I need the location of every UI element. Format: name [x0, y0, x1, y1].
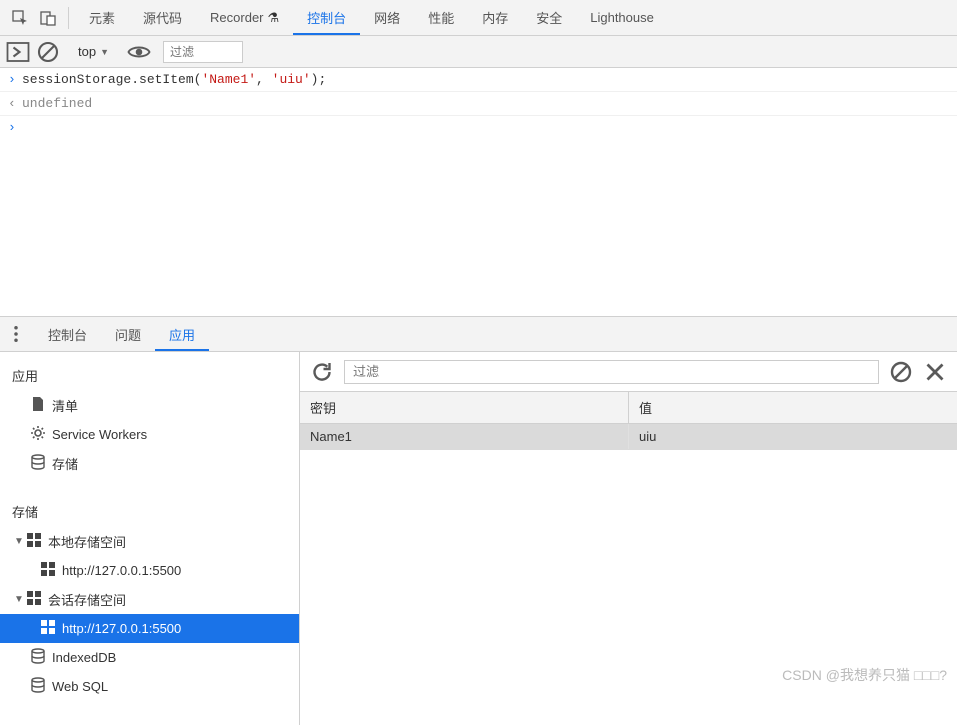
sidebar-item-label: Web SQL [52, 679, 108, 694]
drawer-tab-issues[interactable]: 问题 [101, 317, 155, 351]
tab-sources[interactable]: 源代码 [129, 0, 196, 35]
console-command: sessionStorage.setItem('Name1', 'uiu'); [22, 72, 949, 87]
drawer-tabs: 控制台 问题 应用 [34, 317, 209, 351]
storage-header-key[interactable]: 密钥 [300, 392, 629, 423]
sidebar-item-local-storage-origin[interactable]: http://127.0.0.1:5500 [0, 556, 299, 585]
tab-network[interactable]: 网络 [360, 0, 414, 35]
sidebar-item-label: Service Workers [52, 427, 147, 442]
clear-all-icon[interactable] [889, 360, 913, 384]
sidebar-item-label: http://127.0.0.1:5500 [62, 563, 181, 578]
sidebar-item-session-storage-origin[interactable]: http://127.0.0.1:5500 [0, 614, 299, 643]
sidebar-item-label: 存储 [52, 454, 78, 473]
device-toolbar-icon[interactable] [34, 4, 62, 32]
storage-table-header: 密钥 值 [300, 392, 957, 424]
drawer-tab-application[interactable]: 应用 [155, 317, 209, 351]
devtools-main-toolbar: 元素 源代码 Recorder ⚗ 控制台 网络 性能 内存 安全 Lighth… [0, 0, 957, 36]
sidebar-item-label: 本地存储空间 [48, 532, 126, 551]
tab-recorder-label: Recorder [210, 10, 263, 25]
toolbar-separator [68, 7, 69, 29]
sidebar-item-storage[interactable]: 存储 [0, 449, 299, 478]
dropdown-triangle-icon: ▼ [100, 47, 109, 57]
watermark: CSDN @我想养只猫 □□□? [782, 665, 947, 685]
tab-console[interactable]: 控制台 [293, 0, 360, 35]
sidebar-item-label: 会话存储空间 [48, 590, 126, 609]
refresh-icon[interactable] [310, 360, 334, 384]
grid-icon [26, 590, 42, 609]
grid-icon [26, 532, 42, 551]
console-prompt-line[interactable]: › [0, 116, 957, 139]
tab-performance[interactable]: 性能 [414, 0, 468, 35]
more-options-icon[interactable] [6, 324, 26, 344]
expander-icon[interactable]: ▼ [14, 594, 26, 605]
storage-filter-input[interactable] [344, 360, 879, 384]
database-icon [30, 648, 46, 667]
console-result: undefined [22, 96, 949, 111]
input-marker-icon: › [8, 72, 22, 87]
tab-security[interactable]: 安全 [522, 0, 576, 35]
console-output: › sessionStorage.setItem('Name1', 'uiu')… [0, 68, 957, 316]
sidebar-item-indexeddb[interactable]: IndexedDB [0, 643, 299, 672]
tab-elements[interactable]: 元素 [75, 0, 129, 35]
inspect-element-icon[interactable] [6, 4, 34, 32]
recorder-flask-icon: ⚗ [268, 10, 280, 26]
console-input-line[interactable]: › sessionStorage.setItem('Name1', 'uiu')… [0, 68, 957, 92]
console-result-line[interactable]: ‹ undefined [0, 92, 957, 116]
grid-icon [40, 561, 56, 580]
prompt-marker-icon: › [8, 120, 22, 135]
sidebar-section-application: 应用 [0, 360, 299, 391]
main-tabs: 元素 源代码 Recorder ⚗ 控制台 网络 性能 内存 安全 Lighth… [75, 0, 668, 35]
document-icon [30, 396, 46, 415]
output-marker-icon: ‹ [8, 96, 22, 111]
live-expression-icon[interactable] [127, 40, 151, 64]
delete-selected-icon[interactable] [923, 360, 947, 384]
console-toolbar: top ▼ [0, 36, 957, 68]
execution-context-selector[interactable]: top ▼ [72, 44, 115, 59]
sidebar-section-storage: 存储 [0, 496, 299, 527]
sidebar-item-manifest[interactable]: 清单 [0, 391, 299, 420]
gear-icon [30, 425, 46, 444]
storage-cell-value[interactable]: uiu [629, 424, 957, 449]
storage-table-body: Name1 uiu [300, 424, 957, 450]
sidebar-item-session-storage[interactable]: ▼ 会话存储空间 [0, 585, 299, 614]
execution-context-label: top [78, 44, 96, 59]
console-sidebar-toggle-icon[interactable] [6, 40, 30, 64]
sidebar-item-websql[interactable]: Web SQL [0, 672, 299, 701]
tab-recorder[interactable]: Recorder ⚗ [196, 0, 293, 35]
sidebar-item-label: IndexedDB [52, 650, 116, 665]
sidebar-item-label: 清单 [52, 396, 78, 415]
database-icon [30, 677, 46, 696]
sidebar-item-local-storage[interactable]: ▼ 本地存储空间 [0, 527, 299, 556]
storage-header-value[interactable]: 值 [629, 392, 957, 423]
database-icon [30, 454, 46, 473]
console-filter-input[interactable] [163, 41, 243, 63]
grid-icon [40, 619, 56, 638]
drawer-toolbar: 控制台 问题 应用 [0, 316, 957, 352]
sidebar-item-label: http://127.0.0.1:5500 [62, 621, 181, 636]
tab-memory[interactable]: 内存 [468, 0, 522, 35]
storage-table-row[interactable]: Name1 uiu [300, 424, 957, 450]
drawer-tab-console[interactable]: 控制台 [34, 317, 101, 351]
storage-cell-key[interactable]: Name1 [300, 424, 629, 449]
tab-lighthouse[interactable]: Lighthouse [576, 0, 668, 35]
application-sidebar: 应用 清单 Service Workers 存储 存储 ▼ 本地存储空间 htt… [0, 352, 300, 725]
sidebar-item-service-workers[interactable]: Service Workers [0, 420, 299, 449]
storage-toolbar [300, 352, 957, 392]
clear-console-icon[interactable] [36, 40, 60, 64]
expander-icon[interactable]: ▼ [14, 536, 26, 547]
